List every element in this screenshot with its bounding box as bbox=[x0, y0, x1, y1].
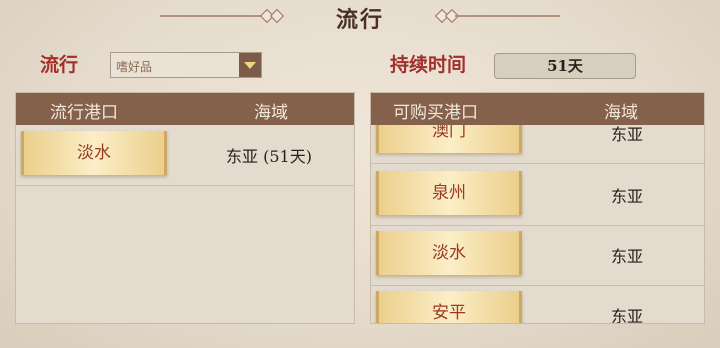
column-header-region: 海域 bbox=[254, 103, 288, 123]
list-item: 泉州 东亚 bbox=[371, 165, 704, 226]
list-item: 安平 东亚 bbox=[371, 285, 704, 323]
buyable-ports-list[interactable]: 澳门 东亚 泉州 东亚 淡水 东亚 安平 东亚 bbox=[371, 125, 704, 323]
port-button[interactable]: 淡水 bbox=[376, 231, 522, 275]
buyable-ports-panel: 可购买港口 海域 澳门 东亚 泉州 东亚 淡水 东亚 安平 东亚 bbox=[370, 92, 705, 324]
chevron-down-icon[interactable] bbox=[239, 53, 261, 77]
trending-ports-list[interactable]: 淡水 东亚 (51天) bbox=[16, 125, 354, 323]
region-text: 东亚 bbox=[611, 247, 644, 266]
region-text: 东亚 bbox=[611, 125, 644, 144]
list-item: 淡水 东亚 (51天) bbox=[16, 125, 354, 186]
port-button[interactable]: 泉州 bbox=[376, 171, 522, 215]
region-text: 东亚 (51天) bbox=[226, 147, 312, 166]
duration-label: 持续时间 bbox=[390, 54, 467, 76]
filter-label: 流行 bbox=[40, 54, 79, 76]
category-dropdown[interactable]: 嗜好品 bbox=[110, 52, 262, 78]
port-button[interactable]: 安平 bbox=[376, 291, 522, 323]
port-button[interactable]: 淡水 bbox=[21, 131, 167, 175]
port-button[interactable]: 澳门 bbox=[376, 125, 522, 153]
title-ornament-line bbox=[455, 15, 560, 17]
list-item: 淡水 东亚 bbox=[371, 225, 704, 286]
trending-ports-panel: 流行港口 海域 淡水 东亚 (51天) bbox=[15, 92, 355, 324]
region-text: 东亚 bbox=[611, 307, 644, 323]
title-bar: 流行 bbox=[0, 0, 720, 36]
region-text: 东亚 bbox=[611, 187, 644, 206]
duration-value: 51天 bbox=[494, 53, 636, 79]
column-header-port: 流行港口 bbox=[50, 103, 118, 123]
column-header-port: 可购买港口 bbox=[393, 103, 478, 123]
column-header-region: 海域 bbox=[604, 103, 638, 123]
list-item: 澳门 东亚 bbox=[371, 125, 704, 164]
panel-header: 流行港口 海域 bbox=[16, 93, 354, 125]
panel-header: 可购买港口 海域 bbox=[371, 93, 704, 125]
page-title: 流行 bbox=[335, 7, 384, 33]
dropdown-selected-value: 嗜好品 bbox=[116, 60, 153, 74]
